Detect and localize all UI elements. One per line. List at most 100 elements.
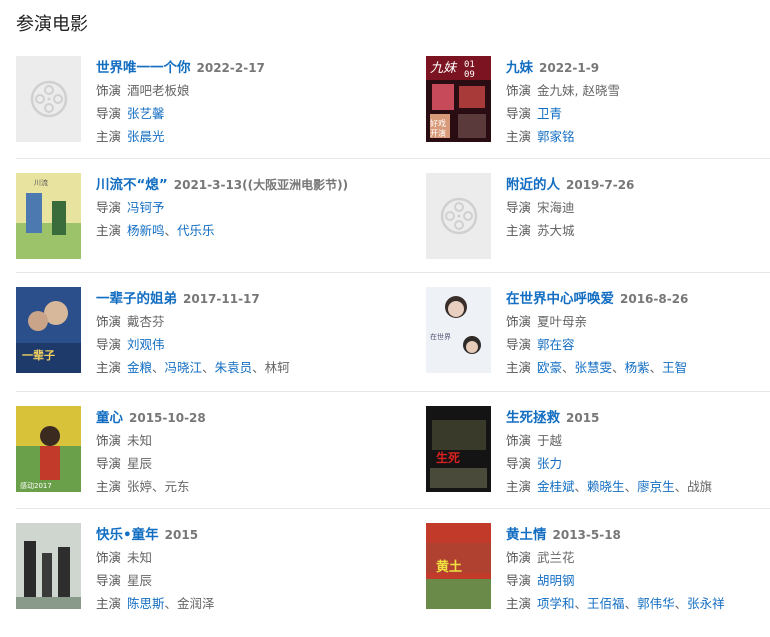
svg-text:开演: 开演 [430,128,446,138]
poster-huangtu[interactable]: 黄土 [426,523,491,609]
role-value: 武兰花 [537,550,575,565]
movie-date: 2017-11-17 [183,292,260,306]
cast-link[interactable]: 陈思斯 [127,596,165,611]
poster-zaishijie[interactable]: 在世界 [426,287,491,373]
svg-text:感动2017: 感动2017 [20,481,52,490]
role-value: 戴杏芬 [127,314,165,329]
director-label: 导演 [96,200,122,215]
cast-label: 主演 [96,360,122,375]
movie-title[interactable]: 川流不“熄” [96,177,168,193]
director-label: 导演 [96,106,122,121]
movie-row: 世界唯一一个你 2022-2-17 饰演 酒吧老板娘 导演 张艺馨 主演 张晨光 九妹 … [16,42,770,159]
poster-yibeizi[interactable]: 一辈子 [16,287,81,373]
role-label: 饰演 [506,314,532,329]
cast-link[interactable]: 杨新鸣 [127,223,165,238]
director-link[interactable]: 郭在容 [537,337,575,352]
role-value: 酒吧老板娘 [127,83,190,98]
director-label: 导演 [506,200,532,215]
cast-link[interactable]: 王佰福 [587,596,625,611]
cast-link[interactable]: 朱袁员 [215,360,253,375]
movie-date: 2021-3-13((大阪亚洲电影节)) [173,178,349,192]
role-value: 未知 [127,433,153,448]
movie-date: 2016-8-26 [620,292,689,306]
director-value: 星辰 [127,573,153,588]
movie-title[interactable]: 九妹 [506,60,533,76]
poster-chuanliu[interactable]: 川流 [16,173,81,259]
cast-link[interactable]: 王智 [662,360,687,375]
cast-label: 主演 [506,479,532,494]
poster-kuaile[interactable] [16,523,81,609]
movie-row: 一辈子 一辈子的姐弟 2017-11-17 饰演 戴杏芬 导演 刘观伟 主演 金粮、冯晓… [16,273,770,392]
director-link[interactable]: 胡明钢 [537,573,575,588]
movie-title[interactable]: 童心 [96,410,123,426]
cast-value: 林轲 [264,360,290,375]
svg-text:黄土: 黄土 [436,559,462,575]
director-link[interactable]: 冯钶予 [127,200,165,215]
cast-link[interactable]: 冯晓江 [165,360,203,375]
cast-link[interactable]: 郭伟华 [637,596,675,611]
svg-text:川流: 川流 [34,178,48,187]
cast-link[interactable]: 代乐乐 [177,223,215,238]
movie-row: 川流 川流不“熄” 2021-3-13((大阪亚洲电影节)) 导演 冯钶予 主演 杨新… [16,159,770,273]
cast-link[interactable]: 张晨光 [127,129,165,144]
cast-label: 主演 [506,223,532,238]
movie-grid: 世界唯一一个你 2022-2-17 饰演 酒吧老板娘 导演 张艺馨 主演 张晨光 九妹 … [16,42,770,625]
director-link[interactable]: 张艺馨 [127,106,165,121]
cast-value: 金润泽 [177,596,215,611]
movie-date: 2015-10-28 [129,411,206,425]
cast-link[interactable]: 金桂斌 [537,479,575,494]
role-label: 饰演 [506,433,532,448]
movie-title[interactable]: 一辈子的姐弟 [96,291,177,307]
movie-title[interactable]: 黄土情 [506,527,547,543]
section-title: 参演电影 [16,14,88,35]
director-label: 导演 [96,456,122,471]
movie-title[interactable]: 世界唯一一个你 [96,60,191,76]
svg-text:在世界: 在世界 [430,332,451,341]
cast-link[interactable]: 杨紫 [625,360,650,375]
placeholder-film-icon[interactable] [426,173,491,259]
role-label: 饰演 [96,433,122,448]
cast-label: 主演 [96,129,122,144]
movie-date: 2022-1-9 [539,61,600,75]
role-value: 于越 [537,433,563,448]
movie-row: 快乐•童年 2015 饰演 未知 导演 星辰 主演 陈思斯、金润泽 黄土 黄土情 2013… [16,509,770,625]
cast-value: 战旗 [687,479,713,494]
role-label: 饰演 [96,314,122,329]
cast-label: 主演 [506,360,532,375]
role-value: 夏叶母亲 [537,314,588,329]
cast-value: 苏大城 [537,223,575,238]
movie-date: 2015 [164,528,199,542]
director-label: 导演 [506,106,532,121]
svg-text:九妹: 九妹 [430,60,458,75]
director-link[interactable]: 刘观伟 [127,337,165,352]
cast-link[interactable]: 金粮 [127,360,152,375]
cast-link[interactable]: 项学和 [537,596,575,611]
director-value: 星辰 [127,456,153,471]
movie-title[interactable]: 生死拯救 [506,410,560,426]
cast-link[interactable]: 赖晓生 [587,479,625,494]
director-link[interactable]: 卫青 [537,106,562,121]
director-value: 宋海迪 [537,200,575,215]
cast-label: 主演 [96,479,122,494]
placeholder-film-icon[interactable] [16,56,81,142]
svg-text:好戏: 好戏 [430,118,446,128]
cast-link[interactable]: 郭家铭 [537,129,575,144]
poster-shengsi[interactable]: 生死 [426,406,491,492]
poster-jiumei[interactable]: 九妹 01 09 好戏 开演 [426,56,491,142]
cast-label: 主演 [506,129,532,144]
director-label: 导演 [506,337,532,352]
movie-title[interactable]: 在世界中心呼唤爱 [506,291,614,307]
role-label: 饰演 [506,83,532,98]
cast-link[interactable]: 张慧雯 [575,360,613,375]
cast-link[interactable]: 欧豪 [537,360,562,375]
cast-link[interactable]: 张永祥 [687,596,725,611]
cast-link[interactable]: 廖京生 [637,479,675,494]
movie-title[interactable]: 附近的人 [506,177,560,193]
poster-tongxin[interactable]: 感动2017 [16,406,81,492]
movie-title[interactable]: 快乐•童年 [96,527,159,543]
director-link[interactable]: 张力 [537,456,562,471]
movie-date: 2022-2-17 [196,61,265,75]
svg-text:生死: 生死 [436,450,460,465]
role-value: 未知 [127,550,153,565]
cast-label: 主演 [506,596,532,611]
